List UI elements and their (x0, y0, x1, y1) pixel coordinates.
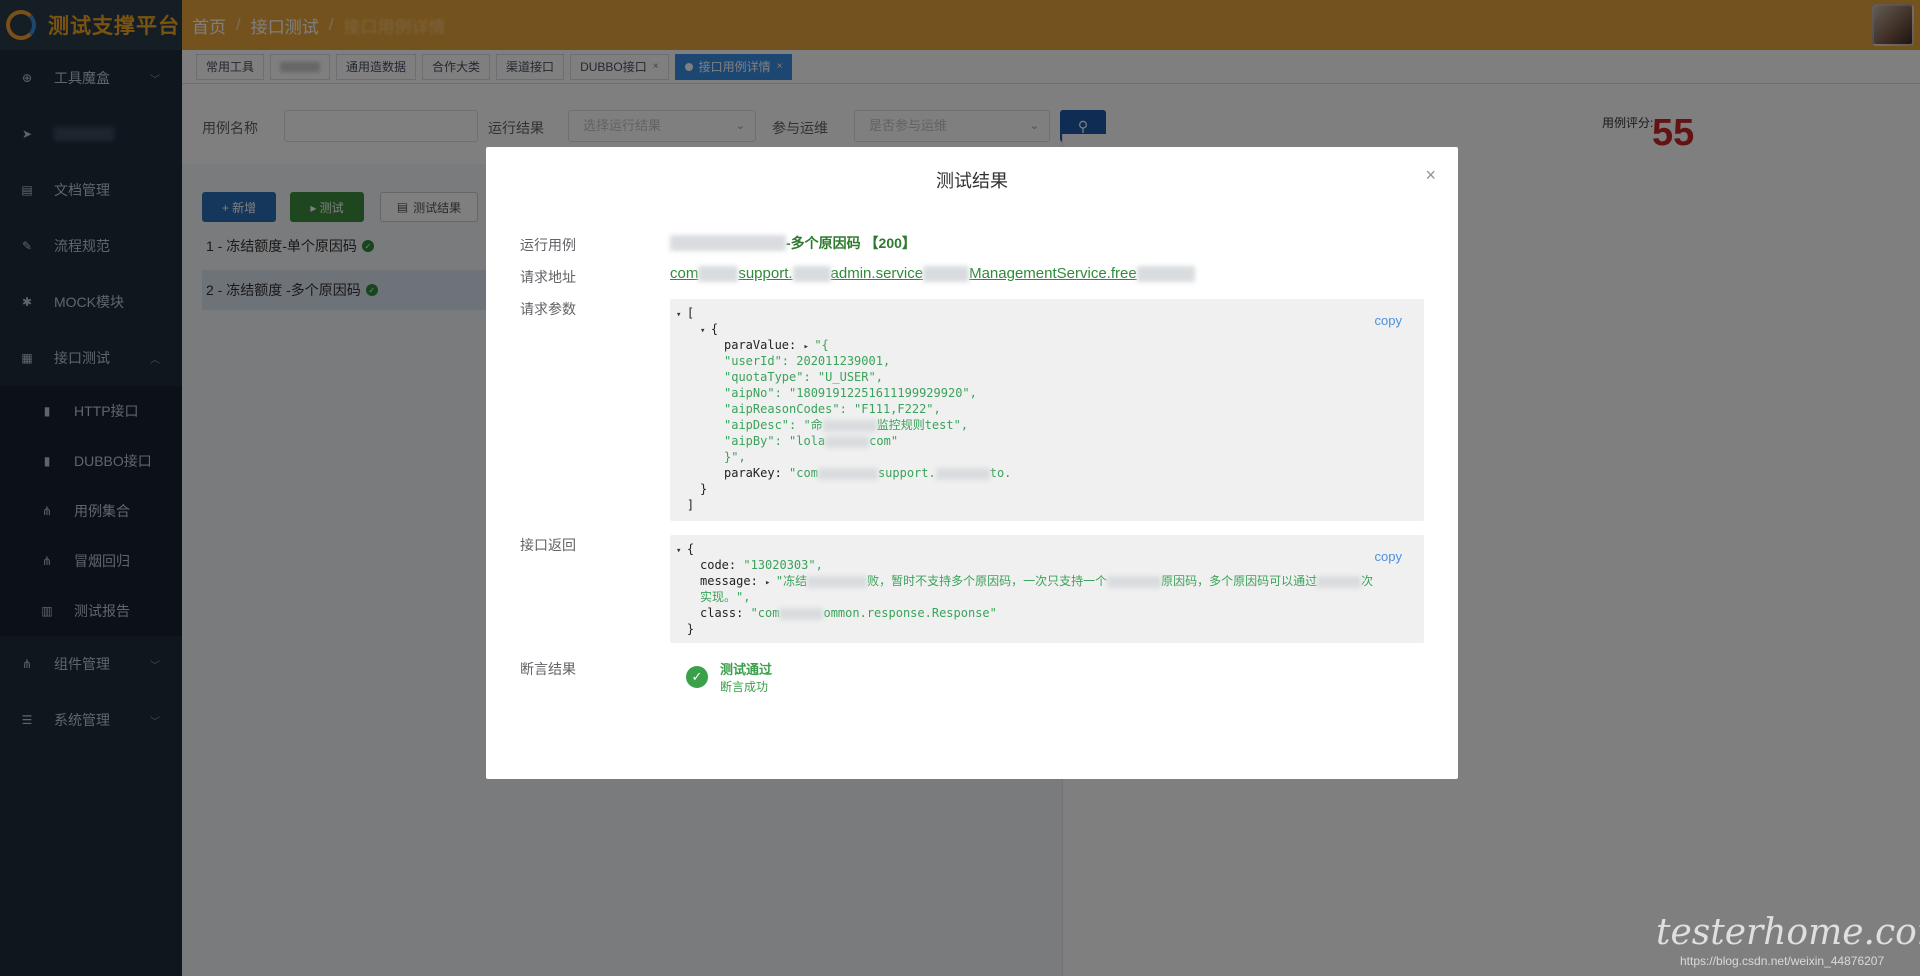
code-line: "aipReasonCodes": "F111,F222", (676, 401, 1424, 417)
code-string: support. (877, 466, 936, 480)
assert-result: ✓ 测试通过 断言成功 (686, 659, 772, 695)
redacted-text (807, 575, 868, 588)
url-part: admin.service (830, 265, 924, 282)
caret-right-icon: ▸ (765, 578, 776, 588)
caret-down-icon: ▾ (700, 326, 711, 336)
redacted-text (792, 265, 831, 282)
code-line: code: "13020303", (676, 557, 1424, 573)
redacted-text (779, 607, 824, 620)
code-punct: { (686, 542, 695, 556)
copy-button[interactable]: copy (1375, 549, 1402, 565)
code-string: "aipReasonCodes": "F111,F222", (724, 402, 941, 416)
watermark: testerhome.com (1656, 912, 1920, 953)
code-string: to. (989, 466, 1012, 480)
code-string: 实现。", (700, 590, 751, 604)
code-line: ▾ { (676, 321, 1424, 337)
redacted-text (1136, 265, 1195, 282)
dialog-title: 测试结果 (936, 171, 1008, 191)
test-result-dialog: 测试结果 × 运行用例 -多个原因码 【200】 请求地址 com suppor… (486, 147, 1458, 779)
code-line: ▾ { (676, 541, 1424, 557)
code-key: message: (700, 574, 766, 588)
close-icon[interactable]: × (1425, 165, 1436, 186)
code-punct: { (710, 322, 719, 336)
code-punct: } (686, 622, 695, 636)
code-string: 败，暂时不支持多个原因码，一次只支持一个 (867, 574, 1108, 588)
code-line: ] (676, 497, 1424, 513)
code-line: }", (676, 449, 1424, 465)
run-case-label: 运行用例 (520, 237, 576, 253)
redacted-text (923, 265, 970, 282)
redacted-text (1107, 575, 1162, 588)
code-string: "aipNo": "18091912251611199929920", (724, 386, 977, 400)
caret-down-icon: ▾ (676, 310, 687, 320)
redacted-text (670, 235, 786, 251)
request-url-link[interactable]: com support. admin.service ManagementSer… (670, 265, 1195, 282)
code-key: paraValue: (724, 338, 804, 352)
assert-result-label: 断言结果 (520, 661, 576, 677)
watermark-url: https://blog.csdn.net/weixin_44876207 (1680, 954, 1885, 968)
redacted-text (1317, 575, 1362, 588)
code-string: 次 (1361, 574, 1374, 588)
code-string: "13020303", (743, 558, 823, 572)
redacted-text (935, 467, 990, 480)
redacted-text (825, 435, 870, 448)
code-string: com" (869, 434, 899, 448)
url-part: ManagementService.free (969, 265, 1137, 282)
code-string: "aipBy": "lola (724, 434, 826, 448)
code-string: ommon.response.Response" (823, 606, 997, 620)
code-punct: } (700, 482, 708, 496)
code-line: message: ▸ "冻结 败，暂时不支持多个原因码，一次只支持一个 原因码，多个… (676, 573, 1424, 589)
code-string: "{ (814, 338, 829, 352)
code-string: "com (750, 606, 780, 620)
caret-right-icon: ▸ (803, 342, 815, 352)
code-line: "userId": 202011239001, (676, 353, 1424, 369)
code-line: "aipDesc": "命 监控规则test", (676, 417, 1424, 433)
code-line: "aipBy": "lola com" (676, 433, 1424, 449)
response-viewer[interactable]: copy ▾ {code: "13020303", message: ▸ "冻结败… (670, 535, 1424, 643)
code-string: 监控规则test", (876, 418, 969, 432)
code-line: paraValue: ▸ "{ (676, 337, 1424, 353)
code-string: "aipDesc": "命 (724, 418, 823, 432)
assert-subtitle: 断言成功 (720, 680, 769, 694)
request-url-label: 请求地址 (520, 269, 576, 285)
code-string: "quotaType": "U_USER", (724, 370, 883, 384)
code-line: ▾ [ (676, 305, 1424, 321)
url-part: com (670, 265, 699, 282)
url-part: support. (738, 265, 793, 282)
check-circle-icon: ✓ (686, 666, 708, 688)
code-line: class: "com ommon.response.Response" (676, 605, 1424, 621)
code-line: "aipNo": "18091912251611199929920", (676, 385, 1424, 401)
code-string: "userId": 202011239001, (724, 354, 891, 368)
assert-title: 测试通过 (720, 662, 773, 677)
code-line: } (676, 621, 1424, 637)
code-string: "com (789, 466, 818, 480)
code-key: paraKey: (724, 466, 790, 480)
code-key: class: (700, 606, 751, 620)
code-punct: ] (686, 498, 695, 512)
code-key: code: (700, 558, 744, 572)
code-string: 原因码，多个原因码可以通过 (1161, 574, 1318, 588)
copy-button[interactable]: copy (1375, 313, 1402, 329)
run-case-value: -多个原因码 【200】 (670, 233, 916, 253)
code-string: "冻结 (775, 574, 808, 588)
redacted-text (698, 265, 739, 282)
code-line: 实现。", (676, 589, 1424, 605)
redacted-text (822, 419, 877, 432)
caret-down-icon: ▾ (676, 546, 687, 556)
request-params-label: 请求参数 (520, 301, 576, 317)
code-punct: [ (686, 306, 695, 320)
response-label: 接口返回 (520, 537, 576, 553)
code-string: }", (724, 450, 746, 464)
case-value-text: -多个原因码 【200】 (786, 235, 916, 251)
code-line: "quotaType": "U_USER", (676, 369, 1424, 385)
code-line: } (676, 481, 1424, 497)
request-params-viewer[interactable]: copy ▾ [▾ {paraValue: ▸ "{"userId": 2020… (670, 299, 1424, 521)
code-line: paraKey: "com support. to. (676, 465, 1424, 481)
redacted-text (817, 467, 878, 480)
